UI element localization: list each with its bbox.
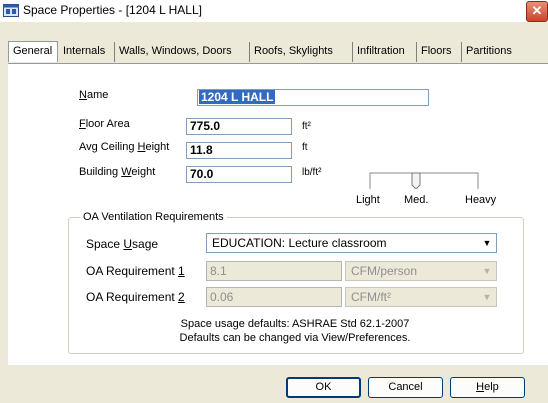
chevron-down-icon[interactable]: ▼ [479,263,495,279]
floor-area-unit: ft² [302,121,311,132]
oa-group-title: OA Ventilation Requirements [80,211,227,223]
preferences-note: Defaults can be changed via View/Prefere… [179,332,411,344]
name-value: 1204 L HALL [199,90,276,104]
space-usage-select[interactable]: EDUCATION: Lecture classroom ▼ [206,233,497,253]
space-usage-defaults-note: Space usage defaults: ASHRAE Std 62.1-20… [180,318,410,330]
avg-ceiling-height-unit: ft [302,142,308,153]
tab-label: Partitions [466,45,512,57]
chevron-down-icon[interactable]: ▼ [479,289,495,305]
window-title: Space Properties - [1204 L HALL] [23,3,202,17]
building-weight-field[interactable]: 70.0 [186,166,292,183]
tab-label: Floors [421,45,452,57]
oa-requirement-2-unit: CFM/ft² [351,290,391,304]
oa-requirement-2-unit-select[interactable]: CFM/ft² ▼ [345,287,497,307]
oa-requirement-2-label: OA Requirement 2 [86,290,185,304]
avg-ceiling-height-label: Avg Ceiling Height [79,141,170,153]
name-label: Name [79,89,109,101]
oa-requirement-1-unit-select[interactable]: CFM/person ▼ [345,261,497,281]
slider-thumb[interactable] [411,172,421,189]
oa-requirement-1-label: OA Requirement 1 [86,264,185,278]
slider-label-light: Light [356,194,380,206]
tab-infiltration[interactable]: Infiltration [353,42,417,62]
cancel-button[interactable]: Cancel [368,377,443,398]
space-usage-label: Space Usage [86,237,159,251]
slider-label-heavy: Heavy [465,194,497,206]
tab-label: Roofs, Skylights [254,45,333,57]
building-weight-unit: lb/ft² [302,167,322,178]
tab-floors[interactable]: Floors [417,42,462,62]
avg-ceiling-height-field[interactable]: 11.8 [186,142,292,159]
tab-label: Walls, Windows, Doors [119,45,232,57]
tab-label: Infiltration [357,45,405,57]
tab-general[interactable]: General [8,41,58,62]
slider-label-med: Med. [404,194,429,206]
tab-walls-windows-doors[interactable]: Walls, Windows, Doors [115,42,250,62]
title-bar: Space Properties - [1204 L HALL] ✕ [0,0,548,22]
ok-button[interactable]: OK [286,377,361,398]
space-properties-dialog: Space Properties - [1204 L HALL] ✕ Gener… [0,0,548,403]
tab-label: Internals [63,45,106,57]
building-weight-slider[interactable] [369,172,479,189]
floor-area-label: Floor Area [79,118,130,130]
application-window-icon [3,4,19,17]
oa-requirement-1-unit: CFM/person [351,264,418,278]
oa-requirement-2-field[interactable]: 0.06 [206,287,342,307]
close-button[interactable]: ✕ [526,1,548,22]
floor-area-field[interactable]: 775.0 [186,118,292,135]
tab-internals[interactable]: Internals [59,42,115,62]
tab-label: General [13,45,53,57]
close-icon: ✕ [531,3,543,18]
help-button[interactable]: Help [450,377,525,398]
oa-requirement-1-field[interactable]: 8.1 [206,261,342,281]
chevron-down-icon[interactable]: ▼ [479,235,495,251]
name-field[interactable]: 1204 L HALL [197,89,429,106]
space-usage-value: EDUCATION: Lecture classroom [212,236,387,250]
building-weight-label: Building Weight [79,166,156,178]
tab-roofs-skylights[interactable]: Roofs, Skylights [250,42,353,62]
tab-partitions[interactable]: Partitions [462,42,548,62]
